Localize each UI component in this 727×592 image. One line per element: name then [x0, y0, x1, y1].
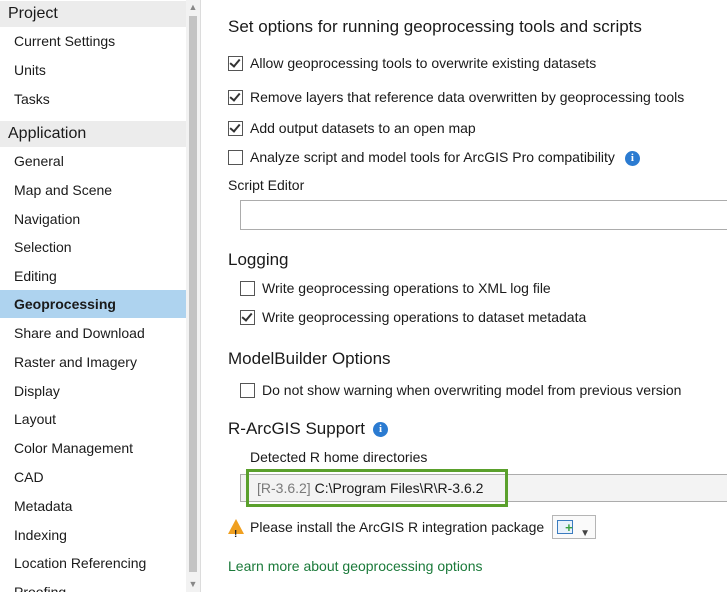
scrollbar-thumb[interactable] — [189, 16, 197, 572]
option-label: Do not show warning when overwriting mod… — [262, 382, 682, 398]
options-sidebar: Project Current Settings Units Tasks App… — [0, 0, 201, 592]
option-remove-layers[interactable]: Remove layers that reference data overwr… — [228, 86, 684, 108]
warning-icon: ! — [228, 518, 244, 540]
r-home-path: C:\Program Files\R\R-3.6.2 — [314, 480, 484, 496]
checkbox-unchecked[interactable] — [240, 280, 255, 296]
sidebar-item-navigation[interactable]: Navigation — [0, 205, 186, 233]
sidebar-scrollbar[interactable]: ▲ ▼ — [186, 0, 200, 592]
option-overwrite-datasets[interactable]: Allow geoprocessing tools to overwrite e… — [228, 52, 596, 74]
script-editor-input[interactable] — [240, 200, 727, 230]
install-package-button[interactable]: ▼ — [552, 515, 597, 540]
sidebar-item-metadata[interactable]: Metadata — [0, 492, 186, 520]
sidebar-header-project: Project — [0, 1, 186, 27]
sidebar-item-selection[interactable]: Selection — [0, 233, 186, 261]
chevron-down-icon[interactable]: ▼ — [580, 521, 590, 547]
r-home-label: Detected R home directories — [250, 449, 428, 465]
logging-title: Logging — [228, 250, 289, 269]
option-label: Write geoprocessing operations to datase… — [262, 309, 587, 325]
sidebar-item-cad[interactable]: CAD — [0, 463, 186, 491]
checkbox-unchecked[interactable] — [228, 149, 243, 165]
option-add-output-to-map[interactable]: Add output datasets to an open map — [228, 117, 476, 139]
sidebar-item-map-and-scene[interactable]: Map and Scene — [0, 176, 186, 204]
sidebar-item-display[interactable]: Display — [0, 377, 186, 405]
sidebar-item-color-management[interactable]: Color Management — [0, 434, 186, 462]
modelbuilder-title: ModelBuilder Options — [228, 349, 391, 368]
geoprocessing-options-panel: Set options for running geoprocessing to… — [201, 0, 727, 592]
sidebar-item-share-and-download[interactable]: Share and Download — [0, 319, 186, 347]
info-icon[interactable]: i — [624, 150, 640, 166]
option-label: Allow geoprocessing tools to overwrite e… — [250, 55, 597, 71]
option-dataset-metadata[interactable]: Write geoprocessing operations to datase… — [240, 306, 586, 328]
r-package-warning: ! Please install the ArcGIS R integration… — [228, 514, 597, 540]
checkbox-unchecked[interactable] — [240, 382, 255, 398]
option-label: Analyze script and model tools for ArcGI… — [250, 149, 615, 165]
checkbox-checked[interactable] — [228, 55, 243, 71]
sidebar-item-editing[interactable]: Editing — [0, 262, 186, 290]
sidebar-item-layout[interactable]: Layout — [0, 405, 186, 433]
scroll-up-icon[interactable]: ▲ — [188, 2, 198, 12]
sidebar-item-general[interactable]: General — [0, 147, 186, 175]
r-home-entry[interactable]: [R-3.6.2] C:\Program Files\R\R-3.6.2 — [257, 480, 483, 496]
r-arcgis-title-text: R-ArcGIS Support — [228, 419, 365, 438]
info-icon[interactable]: i — [373, 422, 388, 438]
checkbox-checked[interactable] — [240, 309, 255, 325]
option-analyze-compatibility[interactable]: Analyze script and model tools for ArcGI… — [228, 146, 640, 168]
sidebar-item-indexing[interactable]: Indexing — [0, 521, 186, 549]
sidebar-item-tasks[interactable]: Tasks — [0, 85, 186, 113]
sidebar-list: Project Current Settings Units Tasks App… — [0, 0, 186, 592]
package-install-icon — [557, 520, 574, 535]
option-label: Remove layers that reference data overwr… — [250, 89, 685, 105]
r-version: [R-3.6.2] — [257, 480, 311, 496]
option-label: Write geoprocessing operations to XML lo… — [262, 280, 551, 296]
r-arcgis-title: R-ArcGIS Support i — [228, 419, 388, 439]
sidebar-item-geoprocessing[interactable]: Geoprocessing — [0, 290, 186, 318]
sidebar-item-units[interactable]: Units — [0, 56, 186, 84]
checkbox-checked[interactable] — [228, 120, 243, 136]
option-label: Add output datasets to an open map — [250, 120, 476, 136]
sidebar-item-current-settings[interactable]: Current Settings — [0, 27, 186, 55]
script-editor-label: Script Editor — [228, 177, 305, 193]
sidebar-item-raster-and-imagery[interactable]: Raster and Imagery — [0, 348, 186, 376]
checkbox-checked[interactable] — [228, 89, 243, 105]
sidebar-item-location-referencing[interactable]: Location Referencing — [0, 549, 186, 577]
option-model-warning[interactable]: Do not show warning when overwriting mod… — [240, 379, 681, 401]
sidebar-item-proofing[interactable]: Proofing — [0, 578, 186, 592]
section-title: Set options for running geoprocessing to… — [228, 17, 642, 36]
scroll-down-icon[interactable]: ▼ — [188, 579, 198, 589]
warning-text: Please install the ArcGIS R integration … — [250, 519, 545, 535]
option-xml-log[interactable]: Write geoprocessing operations to XML lo… — [240, 277, 551, 299]
learn-more-link[interactable]: Learn more about geoprocessing options — [228, 558, 483, 574]
sidebar-header-application: Application — [0, 121, 186, 147]
